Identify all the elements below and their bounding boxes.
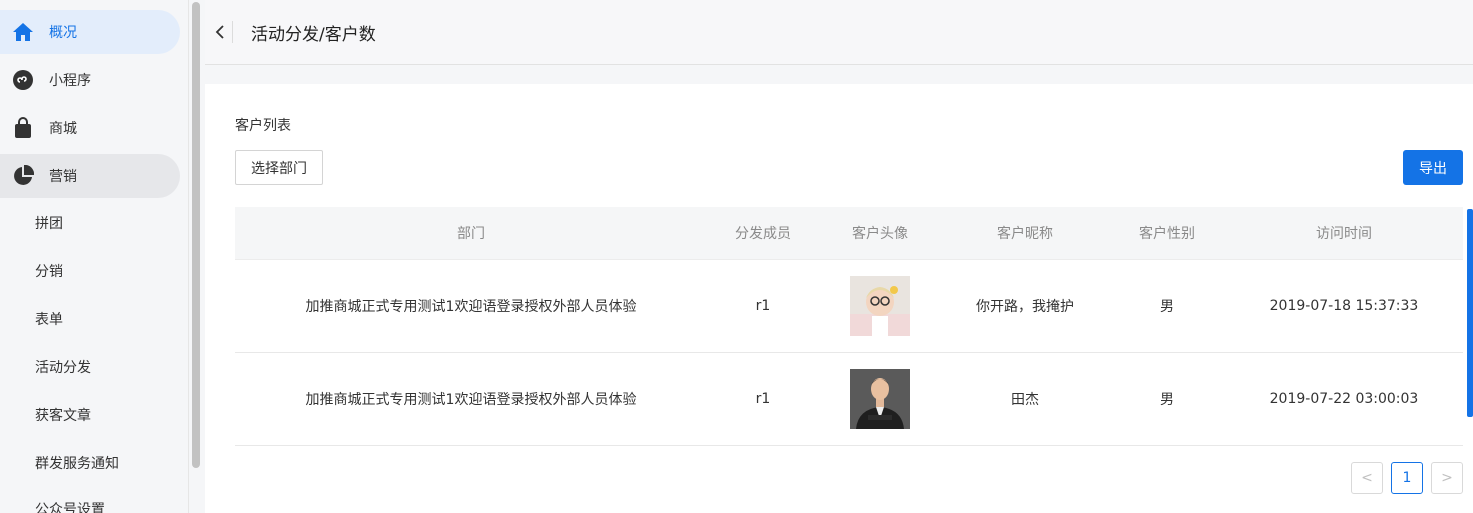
column-header-gender: 客户性别 — [1139, 226, 1195, 242]
sidebar-item-label: 小程序 — [49, 73, 91, 89]
column-header-avatar: 客户头像 — [852, 226, 908, 242]
cell-department: 加推商城正式专用测试1欢迎语登录授权外部人员体验 — [305, 392, 637, 408]
scrollbar-thumb[interactable] — [192, 2, 200, 468]
mini-program-icon — [12, 69, 34, 91]
chevron-left-icon — [215, 25, 224, 39]
sidebar: 概况 小程序 商城 营销 拼团 分销 表单 活动分发 获客文章 群发服务通知 公… — [0, 0, 188, 513]
sidebar-item-label: 商城 — [49, 121, 77, 137]
customer-avatar[interactable] — [850, 369, 910, 429]
sidebar-subitem-official-account[interactable]: 公众号设置 — [35, 498, 105, 513]
home-icon — [12, 21, 34, 43]
sidebar-subitem-distribution[interactable]: 分销 — [35, 260, 63, 284]
cell-nickname: 田杰 — [1011, 392, 1039, 408]
cell-gender: 男 — [1160, 299, 1174, 315]
select-department-button[interactable]: 选择部门 — [235, 150, 323, 185]
column-header-visit-time: 访问时间 — [1316, 226, 1372, 242]
chevron-left-icon: < — [1361, 470, 1373, 486]
side-scroll-indicator — [1467, 209, 1473, 417]
customer-table: 部门 分发成员 客户头像 客户昵称 客户性别 访问时间 加推商城正式专用测试1欢… — [235, 207, 1463, 446]
sidebar-item-mini-program[interactable]: 小程序 — [0, 58, 180, 102]
section-title: 客户列表 — [235, 118, 291, 134]
pie-chart-icon — [12, 165, 34, 187]
main-panel: 客户列表 选择部门 导出 部门 分发成员 客户头像 客户昵称 客户性别 访问时间… — [205, 84, 1473, 513]
sidebar-scrollbar[interactable] — [188, 0, 204, 513]
cell-visit-time: 2019-07-18 15:37:33 — [1269, 298, 1419, 314]
table-header: 部门 分发成员 客户头像 客户昵称 客户性别 访问时间 — [235, 207, 1463, 260]
customer-avatar[interactable] — [850, 276, 910, 336]
cell-visit-time: 2019-07-22 03:00:03 — [1269, 391, 1419, 407]
export-button[interactable]: 导出 — [1403, 150, 1463, 185]
sidebar-subitem-form[interactable]: 表单 — [35, 308, 63, 332]
sidebar-subitem-activity-distribution[interactable]: 活动分发 — [35, 356, 91, 380]
page-header: 活动分发/客户数 — [205, 0, 1473, 65]
sidebar-subitem-mass-notification[interactable]: 群发服务通知 — [35, 452, 119, 476]
column-header-member: 分发成员 — [735, 226, 791, 242]
sidebar-item-label: 营销 — [49, 169, 77, 185]
sidebar-item-label: 概况 — [49, 25, 77, 41]
sidebar-subitem-group-buy[interactable]: 拼团 — [35, 212, 63, 236]
shopping-bag-icon — [12, 117, 34, 139]
table-row: 加推商城正式专用测试1欢迎语登录授权外部人员体验 r1 田杰 男 2019-07… — [235, 353, 1463, 446]
cell-gender: 男 — [1160, 392, 1174, 408]
cell-department: 加推商城正式专用测试1欢迎语登录授权外部人员体验 — [305, 299, 637, 315]
cell-nickname: 你开路，我掩护 — [976, 299, 1074, 315]
sidebar-subitem-customer-articles[interactable]: 获客文章 — [35, 404, 91, 428]
sidebar-item-overview[interactable]: 概况 — [0, 10, 180, 54]
page-title: 活动分发/客户数 — [251, 24, 376, 45]
cell-member: r1 — [755, 391, 771, 407]
cell-member: r1 — [755, 298, 771, 314]
pagination-page-1[interactable]: 1 — [1391, 462, 1423, 494]
table-row: 加推商城正式专用测试1欢迎语登录授权外部人员体验 r1 你开路，我掩护 男 20… — [235, 260, 1463, 353]
sidebar-item-mall[interactable]: 商城 — [0, 106, 180, 150]
column-header-department: 部门 — [457, 226, 485, 242]
pagination-prev-button[interactable]: < — [1351, 462, 1383, 494]
sidebar-item-marketing[interactable]: 营销 — [0, 154, 180, 198]
back-button[interactable] — [207, 21, 233, 43]
chevron-right-icon: > — [1441, 470, 1453, 486]
pagination-next-button[interactable]: > — [1431, 462, 1463, 494]
column-header-nickname: 客户昵称 — [997, 226, 1053, 242]
